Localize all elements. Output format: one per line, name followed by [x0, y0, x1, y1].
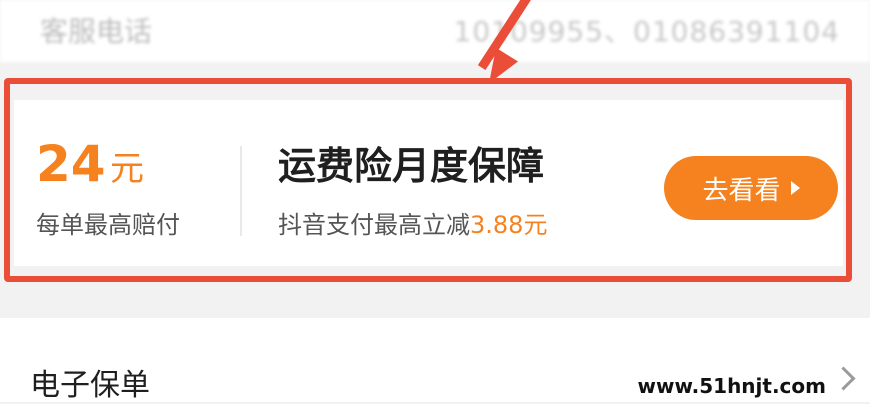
chevron-right-icon	[831, 366, 856, 391]
site-watermark: www.51hnjt.com	[637, 374, 826, 398]
service-phone-label: 客服电话	[40, 15, 153, 48]
electronic-policy-label: 电子保单	[30, 368, 150, 403]
service-phone-row[interactable]: 客服电话 10109955、01086391104	[0, 0, 870, 62]
highlight-box	[4, 78, 852, 282]
electronic-policy-row[interactable]: 电子保单 www.51hnjt.com	[0, 318, 870, 403]
